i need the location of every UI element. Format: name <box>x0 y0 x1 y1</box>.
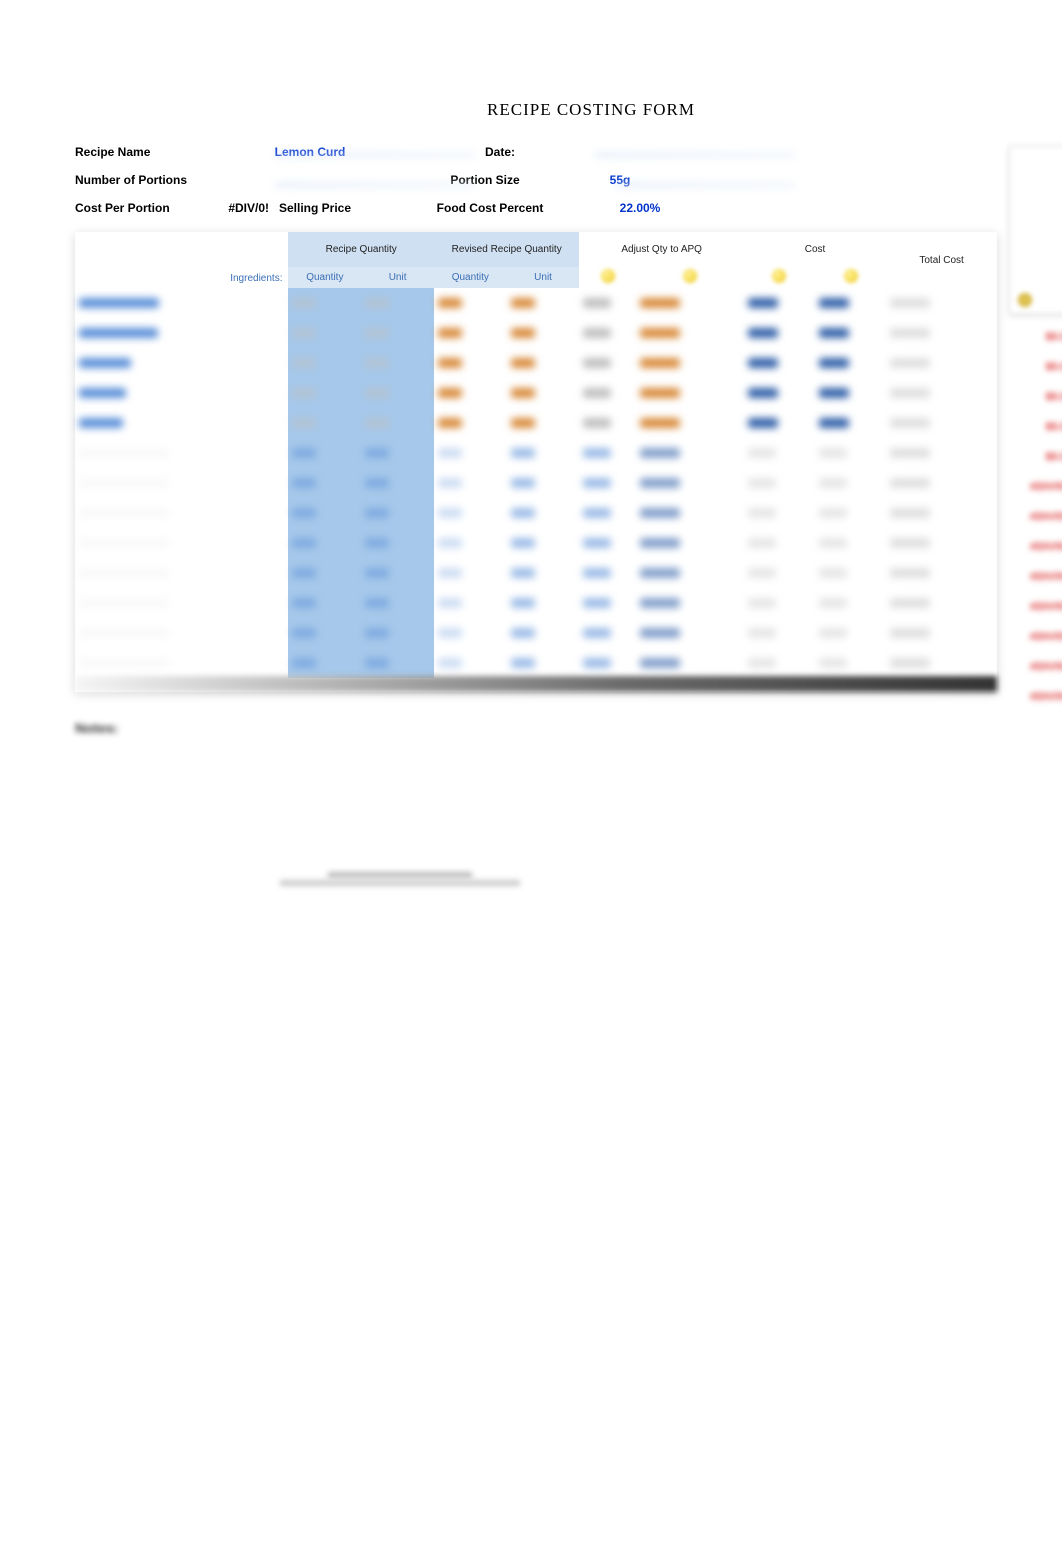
side-total-value: #DIV/0! <box>1009 682 1062 712</box>
side-total-value: #DIV/0! <box>1009 472 1062 502</box>
table-row <box>75 648 997 678</box>
food-cost-percent-value: 22.00% <box>595 201 685 215</box>
th-recipe-quantity: Recipe Quantity <box>288 232 433 267</box>
header-section: Recipe Name Lemon Curd Date: Number of P… <box>75 138 997 222</box>
table-row <box>75 498 997 528</box>
side-total-value: $0.0 <box>1009 322 1062 352</box>
side-total-value: #DIV/0! <box>1009 622 1062 652</box>
table-row <box>75 558 997 588</box>
th-rrq-unit: Unit <box>507 267 580 288</box>
cost-per-portion-value: #DIV/0! <box>215 201 275 215</box>
th-rq-unit: Unit <box>361 267 434 288</box>
yellow-marker-icon <box>683 269 697 283</box>
th-ingredients: Ingredients: <box>75 232 288 288</box>
side-total-value: #DIV/0! <box>1009 562 1062 592</box>
costing-table: Ingredients: Recipe Quantity Revised Rec… <box>75 232 997 678</box>
table-row <box>75 288 997 318</box>
costing-table-container: Ingredients: Recipe Quantity Revised Rec… <box>75 232 997 692</box>
side-panel: $0.0$0.0$0.0$0.0$0.0#DIV/0!#DIV/0!#DIV/0… <box>1009 146 1062 746</box>
th-revised-recipe-quantity: Revised Recipe Quantity <box>434 232 579 267</box>
side-box <box>1009 146 1062 314</box>
th-cost: Cost <box>744 232 886 267</box>
recipe-name-label: Recipe Name <box>75 145 215 159</box>
side-total-value: #DIV/0! <box>1009 502 1062 532</box>
selling-price-label: Selling Price <box>275 201 395 215</box>
table-footer-bar <box>75 676 997 692</box>
table-row <box>75 438 997 468</box>
yellow-marker-icon <box>772 269 786 283</box>
table-row <box>75 618 997 648</box>
footer-watermark <box>280 870 520 888</box>
side-total-value: #DIV/0! <box>1009 532 1062 562</box>
table-row <box>75 348 997 378</box>
side-total-value: #DIV/0! <box>1009 592 1062 622</box>
form-title: RECIPE COSTING FORM <box>185 100 997 120</box>
side-total-value: $0.0 <box>1009 442 1062 472</box>
table-row <box>75 408 997 438</box>
table-row <box>75 588 997 618</box>
table-row <box>75 378 997 408</box>
th-rrq-quantity: Quantity <box>434 267 507 288</box>
th-adjust-qty: Adjust Qty to APQ <box>579 232 743 267</box>
cost-per-portion-label: Cost Per Portion <box>75 201 215 215</box>
food-cost-percent-label: Food Cost Percent <box>395 201 595 215</box>
yellow-marker-icon <box>844 269 858 283</box>
table-row <box>75 468 997 498</box>
side-total-value: $0.0 <box>1009 382 1062 412</box>
th-rq-quantity: Quantity <box>288 267 361 288</box>
yellow-marker-icon <box>601 269 615 283</box>
side-total-value: #DIV/0! <box>1009 652 1062 682</box>
notes-label: Notes: <box>75 720 997 736</box>
table-row <box>75 528 997 558</box>
th-total-cost: Total Cost <box>886 232 997 288</box>
side-total-value: $0.0 <box>1009 352 1062 382</box>
num-portions-label: Number of Portions <box>75 173 215 187</box>
table-row <box>75 318 997 348</box>
side-total-value: $0.0 <box>1009 412 1062 442</box>
